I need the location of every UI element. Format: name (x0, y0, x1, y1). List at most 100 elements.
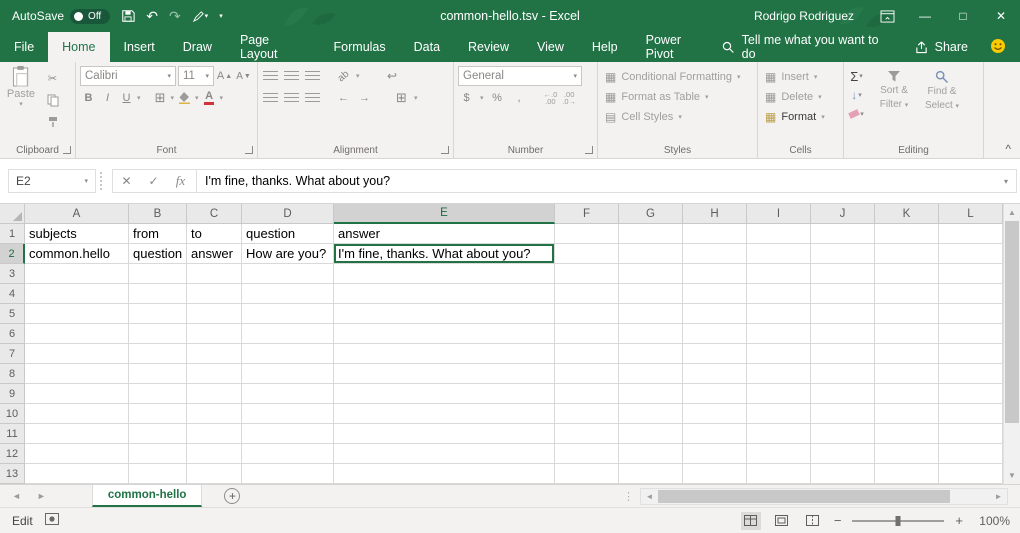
currency-dropdown-icon[interactable]: ▾ (480, 95, 484, 102)
formula-input[interactable]: I'm fine, thanks. What about you? (199, 174, 996, 188)
decrease-font-size-icon[interactable]: A▼ (235, 67, 252, 85)
font-color-dropdown-icon[interactable]: ▾ (220, 95, 224, 102)
cell-I8[interactable] (747, 364, 811, 384)
column-header-F[interactable]: F (555, 204, 619, 224)
cell-J9[interactable] (811, 384, 875, 404)
cell-D6[interactable] (242, 324, 334, 344)
cell-H12[interactable] (683, 444, 747, 464)
column-header-C[interactable]: C (187, 204, 242, 224)
increase-decimal-icon[interactable]: ←.0.00 (544, 91, 558, 106)
cell-G12[interactable] (619, 444, 683, 464)
align-bottom-icon[interactable] (304, 67, 321, 85)
format-cells-button[interactable]: ▦ Format ▾ (762, 107, 839, 127)
cell-E3[interactable] (334, 264, 555, 284)
cell-D9[interactable] (242, 384, 334, 404)
font-dialog-launcher-icon[interactable] (245, 146, 253, 154)
cell-H11[interactable] (683, 424, 747, 444)
cell-C11[interactable] (187, 424, 242, 444)
row-header-11[interactable]: 11 (0, 424, 25, 444)
cell-F6[interactable] (555, 324, 619, 344)
zoom-in-icon[interactable]: + (955, 513, 963, 528)
cell-F3[interactable] (555, 264, 619, 284)
cell-B7[interactable] (129, 344, 187, 364)
save-icon[interactable] (121, 9, 135, 23)
cell-J4[interactable] (811, 284, 875, 304)
cancel-icon[interactable]: ✕ (113, 174, 140, 188)
cell-B13[interactable] (129, 464, 187, 484)
cell-F11[interactable] (555, 424, 619, 444)
column-header-B[interactable]: B (129, 204, 187, 224)
cell-I2[interactable] (747, 244, 811, 264)
cell-D3[interactable] (242, 264, 334, 284)
comma-format-icon[interactable]: , (511, 89, 528, 107)
paste-button[interactable]: Paste ▾ (4, 65, 38, 142)
pen-dropdown-icon[interactable]: ▾ (205, 13, 209, 20)
cell-K8[interactable] (875, 364, 939, 384)
copy-icon[interactable] (44, 91, 61, 109)
column-header-D[interactable]: D (242, 204, 334, 224)
cell-J7[interactable] (811, 344, 875, 364)
cell-H8[interactable] (683, 364, 747, 384)
cell-F4[interactable] (555, 284, 619, 304)
cell-E13[interactable] (334, 464, 555, 484)
cell-J10[interactable] (811, 404, 875, 424)
cell-L2[interactable] (939, 244, 1003, 264)
cell-D12[interactable] (242, 444, 334, 464)
cell-A4[interactable] (25, 284, 129, 304)
cell-L13[interactable] (939, 464, 1003, 484)
cell-I4[interactable] (747, 284, 811, 304)
cut-icon[interactable]: ✂ (44, 69, 61, 87)
cell-G9[interactable] (619, 384, 683, 404)
cell-E6[interactable] (334, 324, 555, 344)
cell-B4[interactable] (129, 284, 187, 304)
cell-C3[interactable] (187, 264, 242, 284)
cell-J13[interactable] (811, 464, 875, 484)
align-top-icon[interactable] (262, 67, 279, 85)
minimize-button[interactable]: — (906, 0, 944, 32)
cell-A5[interactable] (25, 304, 129, 324)
cell-H1[interactable] (683, 224, 747, 244)
cell-D1[interactable]: question (242, 224, 334, 244)
cell-D11[interactable] (242, 424, 334, 444)
autosum-button[interactable]: Σ ▾ (848, 67, 865, 85)
cell-I11[interactable] (747, 424, 811, 444)
cell-D4[interactable] (242, 284, 334, 304)
zoom-out-icon[interactable]: − (834, 513, 842, 528)
cell-G6[interactable] (619, 324, 683, 344)
cell-K3[interactable] (875, 264, 939, 284)
row-header-13[interactable]: 13 (0, 464, 25, 484)
cell-B6[interactable] (129, 324, 187, 344)
insert-cells-button[interactable]: ▦ Insert ▾ (762, 67, 839, 87)
cell-K4[interactable] (875, 284, 939, 304)
vertical-scroll-track[interactable] (1004, 221, 1020, 467)
cell-H10[interactable] (683, 404, 747, 424)
font-size-combo[interactable]: 11 ▾ (178, 66, 214, 86)
underline-button[interactable]: U (118, 89, 135, 107)
cell-K6[interactable] (875, 324, 939, 344)
row-header-1[interactable]: 1 (0, 224, 25, 244)
cell-C8[interactable] (187, 364, 242, 384)
cell-G10[interactable] (619, 404, 683, 424)
vertical-scroll-thumb[interactable] (1005, 221, 1019, 423)
row-header-12[interactable]: 12 (0, 444, 25, 464)
cell-G7[interactable] (619, 344, 683, 364)
cell-C5[interactable] (187, 304, 242, 324)
next-sheet-icon[interactable]: ► (37, 491, 46, 501)
align-right-icon[interactable] (304, 89, 321, 107)
cell-H6[interactable] (683, 324, 747, 344)
cell-K1[interactable] (875, 224, 939, 244)
cell-A12[interactable] (25, 444, 129, 464)
row-header-9[interactable]: 9 (0, 384, 25, 404)
align-center-icon[interactable] (283, 89, 300, 107)
cell-G2[interactable] (619, 244, 683, 264)
cell-A8[interactable] (25, 364, 129, 384)
conditional-formatting-button[interactable]: ▦ Conditional Formatting ▾ (602, 67, 753, 87)
font-color-icon[interactable]: A (201, 89, 218, 107)
number-format-dropdown-icon[interactable]: ▾ (573, 72, 577, 80)
tell-me-box[interactable]: Tell me what you want to do (722, 33, 893, 61)
cell-H2[interactable] (683, 244, 747, 264)
cell-K2[interactable] (875, 244, 939, 264)
cell-I5[interactable] (747, 304, 811, 324)
cell-E9[interactable] (334, 384, 555, 404)
column-header-K[interactable]: K (875, 204, 939, 224)
